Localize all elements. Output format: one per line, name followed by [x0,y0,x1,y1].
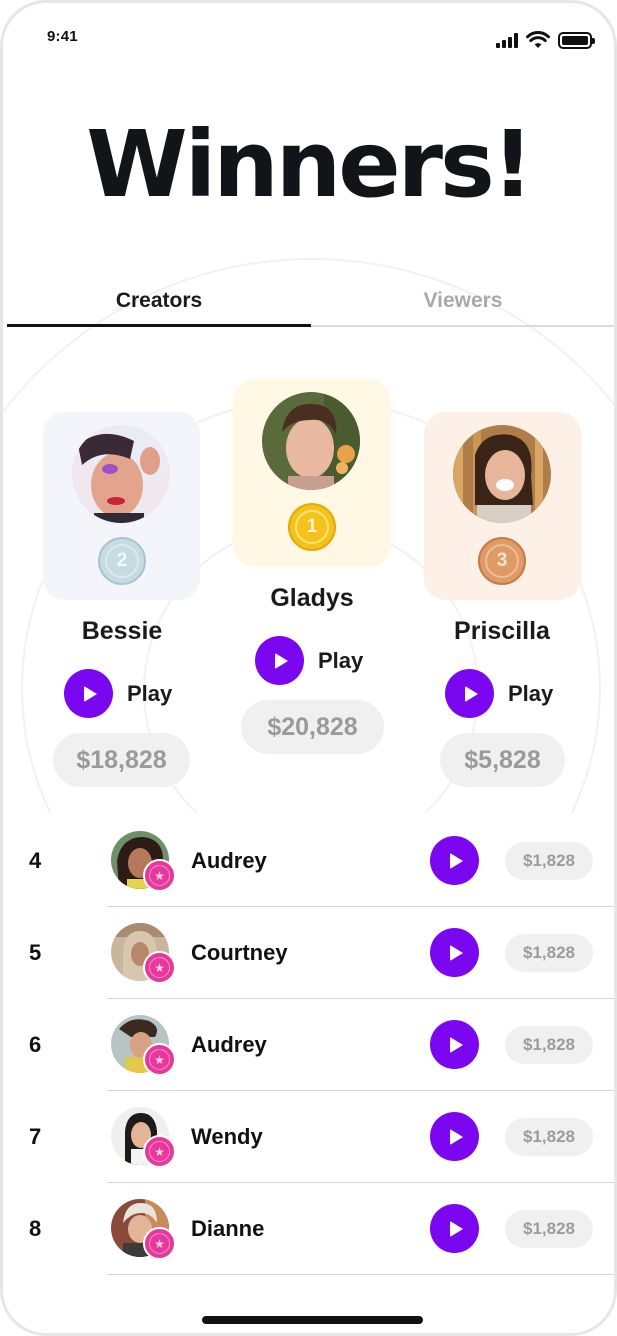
play-button[interactable] [430,1020,479,1069]
play-icon [84,685,97,702]
rank-number: 5 [29,940,42,965]
list-item-prize: $1,828 [505,1118,593,1156]
tab-creators[interactable]: Creators [7,283,311,327]
list-item-prize: $1,828 [505,842,593,880]
list-item[interactable]: 7 ★ Wendy $1,828 [3,1091,614,1183]
wifi-icon [526,31,550,48]
phone-frame: 9:41 Winners! Creators Viewers 2 Bessie … [0,0,617,1336]
list-item-name: Wendy [191,1124,263,1149]
battery-icon [558,31,595,49]
play-icon [450,1036,463,1053]
avatar-bessie [72,425,170,523]
play-icon [450,852,463,869]
podium-name-third: Priscilla [454,617,550,645]
star-badge-icon: ★ [143,1043,176,1076]
star-badge-icon: ★ [143,1135,176,1168]
play-button[interactable] [255,636,304,685]
play-icon [450,1220,463,1237]
list-item-prize: $1,828 [505,934,593,972]
play-icon [450,1128,463,1145]
status-icons [496,31,595,49]
play-label: Play [318,647,364,673]
star-badge-icon: ★ [143,1227,176,1260]
status-time: 9:41 [47,28,78,45]
play-button[interactable] [64,669,113,718]
list-item-name: Courtney [191,940,288,965]
list-item-name: Audrey [191,1032,267,1057]
play-button[interactable] [430,1112,479,1161]
podium-prize-third: $5,828 [440,733,565,787]
play-button[interactable] [430,1204,479,1253]
podium-play-second[interactable]: Play [64,669,172,718]
gold-medal-icon: 1 [288,503,336,551]
bronze-medal-icon: 3 [478,537,526,585]
podium-name-first: Gladys [270,584,354,612]
list-item[interactable]: 4 ★ Audrey $1,828 [3,815,614,907]
podium-prize-second: $18,828 [53,733,190,787]
silver-medal-icon: 2 [98,537,146,585]
play-label: Play [127,680,173,706]
podium-play-third[interactable]: Play [445,669,553,718]
play-icon [465,685,478,702]
podium-play-first[interactable]: Play [255,636,363,685]
rank-number: 4 [29,848,42,873]
rank-number: 8 [29,1216,42,1241]
play-label: Play [508,680,554,706]
play-button[interactable] [430,928,479,977]
play-icon [450,944,463,961]
list-item-name: Audrey [191,848,267,873]
list-item-prize: $1,828 [505,1210,593,1248]
list-item[interactable]: 5 ★ Courtney $1,828 [3,907,614,999]
podium-prize-first: $20,828 [241,700,384,754]
play-button[interactable] [445,669,494,718]
signal-icon [496,32,518,48]
podium-name-second: Bessie [81,617,163,645]
avatar-priscilla [453,425,551,523]
list-item[interactable]: 8 ★ Dianne $1,828 [3,1183,614,1275]
avatar-gladys [262,392,360,490]
page-title: Winners! [86,111,534,218]
play-button[interactable] [430,836,479,885]
play-icon [275,652,288,669]
list-item-name: Dianne [191,1216,265,1241]
list-item[interactable]: 6 ★ Audrey $1,828 [3,999,614,1091]
star-badge-icon: ★ [143,859,176,892]
rank-number: 6 [29,1032,42,1057]
home-indicator[interactable] [202,1316,423,1324]
divider [107,1274,614,1275]
rank-number: 7 [29,1124,42,1149]
tab-bar: Creators Viewers [7,283,614,327]
star-badge-icon: ★ [143,951,176,984]
list-item-prize: $1,828 [505,1026,593,1064]
tab-viewers[interactable]: Viewers [311,283,614,325]
